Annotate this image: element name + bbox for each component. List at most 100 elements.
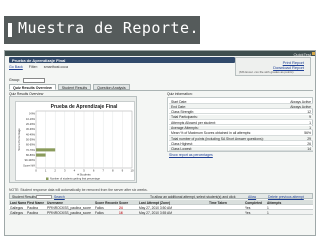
y-tick-label: 50-59%	[26, 138, 36, 142]
y-tick-label: 30-39%	[26, 127, 36, 131]
info-row: Class Strength: 12	[169, 110, 313, 115]
x-tick-label: 8	[112, 169, 114, 173]
quiz-info-table: Start Date: Always Active End Date: Always …	[167, 97, 313, 152]
group-label: Group:	[9, 78, 20, 83]
table-cell: Gallegos	[10, 205, 24, 210]
info-value: Always Active	[290, 99, 311, 104]
info-value: 29	[307, 136, 311, 141]
info-row: Mean % of Maximum Scores obtained in all…	[169, 131, 313, 136]
table-row[interactable]: Gallegos Paulina PPINROCKSS_paulina_score F…	[9, 210, 313, 215]
column-header[interactable]: Username	[47, 201, 94, 205]
table-cell: Paulina	[27, 205, 38, 210]
column-header[interactable]: Attempts	[267, 201, 307, 205]
table-cell: Gallegos	[10, 210, 24, 215]
info-key: Attempts Allowed per student:	[171, 120, 216, 125]
chart-title: Prueba de Aprendizaje Final	[51, 104, 118, 110]
app-header-bar: QuickTest	[5, 51, 315, 57]
info-row: Attempts Allowed per student: 1	[169, 120, 313, 125]
column-header[interactable]: Completed	[245, 201, 266, 205]
table-cell: PPINROCKSS_paulina_score	[47, 210, 91, 215]
x-tick-label: 3	[64, 169, 66, 173]
info-value: 14	[307, 147, 311, 152]
column-header[interactable]: Score Recorded	[95, 201, 118, 205]
info-key: Class Strength:	[171, 110, 195, 115]
show-percentages-link[interactable]: Show report as percentages	[169, 153, 213, 157]
info-row: Total number of points (including SA Sho…	[169, 136, 313, 141]
delete-attempt-button[interactable]: Delete previous attempt	[268, 195, 304, 199]
table-cell: May 27, 2010 3:50 AM	[139, 205, 172, 210]
column-header[interactable]: Last Name	[10, 201, 26, 205]
group-row: Group:	[9, 78, 45, 83]
column-header[interactable]: Score	[119, 201, 138, 205]
table-cell: Fallos	[95, 205, 104, 210]
info-row: Class Lowest: 14	[169, 146, 313, 152]
info-header: Quiz information:	[167, 92, 193, 96]
column-header[interactable]: Time Taken	[209, 201, 244, 205]
student-search-input[interactable]	[36, 194, 52, 199]
app-brand: QuickTest	[293, 51, 311, 57]
table-cell: PPINROCKSS_paulina_score	[47, 205, 91, 210]
chart-area: Prueba de Aprendizaje Final 0 1 2 3 4 5 6 7 8 9 10 0…	[15, 101, 135, 181]
column-header[interactable]: Last Attempt (Zone)	[139, 201, 207, 205]
slide-title-marker	[8, 23, 12, 37]
y-tick-label: 60-69%	[26, 143, 36, 147]
info-key: End Date:	[171, 104, 187, 109]
bar	[36, 153, 46, 157]
allow-attempt-text: To allow an additional attempt, select s…	[150, 194, 236, 199]
info-value: Always Active	[290, 104, 311, 109]
x-tick-label: 1	[45, 169, 47, 173]
table-cell: Yes	[245, 205, 251, 210]
score-chart: Prueba de Aprendizaje Final0 1 2 3 4 5 6 7 8 9 100…	[17, 104, 134, 181]
info-row: Start Date: Always Active	[169, 99, 313, 104]
info-row: Average Attempts: 1	[169, 125, 313, 131]
table-cell: 1	[267, 210, 269, 215]
info-value: 1	[309, 120, 311, 125]
info-key: Total number of points (including SA Sho…	[171, 136, 264, 141]
search-button[interactable]: Search	[54, 195, 65, 199]
y-axis-label: Score Percentage	[17, 128, 21, 151]
y-tick-label: 70-79%	[26, 148, 36, 152]
brand-icon	[312, 52, 315, 55]
removal-note: NOTE: Student response data will automat…	[9, 188, 148, 192]
group-select[interactable]	[23, 78, 45, 83]
table-cell: May 27, 2010 3:55 AM	[139, 210, 172, 215]
student-results-label: Student Results	[12, 194, 36, 199]
x-tick-label: 4	[74, 169, 76, 173]
table-cell: Yes	[245, 210, 251, 215]
y-tick-label: 80-89%	[26, 153, 36, 157]
x-tick-label: 9	[122, 169, 124, 173]
info-row: End Date: Always Active	[169, 104, 313, 110]
go-back-link[interactable]: Go Back	[9, 65, 23, 69]
legend-label: Number of students getting that percenta…	[50, 177, 100, 181]
tab-underline	[9, 90, 313, 91]
x-tick-label: 2	[54, 169, 56, 173]
filter-label: Filter:	[28, 65, 38, 69]
info-value: 1	[309, 126, 311, 130]
info-value: 26	[307, 141, 311, 146]
student-results-toolbar: Student Results Search To allow an addit…	[9, 193, 313, 199]
report-screenshot: QuickTest Prueba de Aprendizaje Final Go…	[4, 50, 316, 236]
legend-swatch	[46, 177, 49, 180]
info-key: Total Participants:	[171, 115, 198, 120]
slide-title: Muestra de Reporte.	[18, 19, 200, 37]
table-cell: 1	[267, 205, 269, 210]
info-value: 9	[309, 115, 311, 120]
x-tick-label: 0	[35, 169, 37, 173]
column-header[interactable]: First Name	[27, 201, 46, 205]
info-row: Total Participants: 9	[169, 114, 313, 120]
table-cell: 16	[119, 210, 123, 215]
x-tick-label: 6	[93, 169, 95, 173]
report-actions-panel: Print Report Download Report (MS Excel .…	[235, 57, 311, 76]
slide-header: Muestra de Reporte.	[0, 0, 320, 50]
bar	[36, 148, 56, 152]
y-tick-label: 40-49%	[26, 132, 36, 136]
filter-value[interactable]: smarthost.ccca	[44, 65, 68, 69]
info-key: Start Date:	[171, 99, 188, 104]
info-key: Average Attempts:	[171, 126, 199, 130]
report-title-bar: Prueba de Aprendizaje Final	[9, 57, 235, 63]
y-tick-label: Score N/A	[23, 163, 35, 167]
allow-attempt-button[interactable]: Allow	[248, 195, 256, 199]
student-results-table: Last Name First Name Username Score Recorde…	[9, 200, 313, 215]
table-cell: 24	[119, 205, 123, 210]
info-value: 12	[307, 110, 311, 115]
